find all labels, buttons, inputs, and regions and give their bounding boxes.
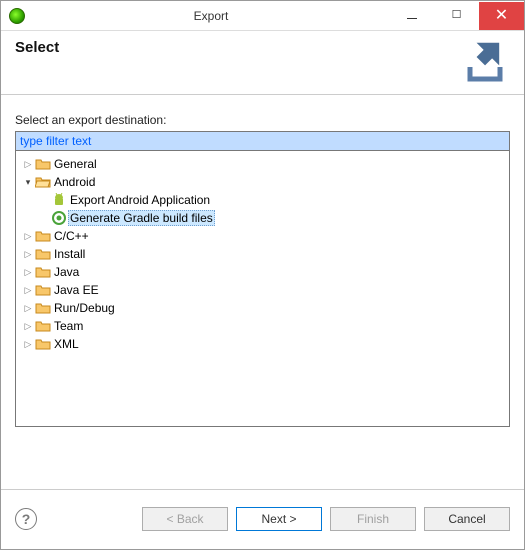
tree-node-xml[interactable]: ▷ XML [18, 335, 507, 353]
tree-node-rundebug[interactable]: ▷ Run/Debug [18, 299, 507, 317]
tree-label: Java [52, 265, 81, 279]
tree-label: Team [52, 319, 85, 333]
chevron-down-icon[interactable]: ▾ [22, 177, 34, 188]
close-button[interactable]: ✕ [479, 2, 524, 30]
tree-node-export-android-app[interactable]: Export Android Application [18, 191, 507, 209]
tree-node-install[interactable]: ▷ Install [18, 245, 507, 263]
android-icon [50, 193, 68, 207]
gradle-icon [50, 211, 68, 225]
destination-label: Select an export destination: [15, 113, 510, 127]
tree-node-android[interactable]: ▾ Android [18, 173, 507, 191]
folder-icon [34, 157, 52, 171]
cancel-button[interactable]: Cancel [424, 507, 510, 531]
tree-label: Generate Gradle build files [68, 210, 215, 226]
chevron-right-icon[interactable]: ▷ [22, 303, 34, 314]
chevron-right-icon[interactable]: ▷ [22, 159, 34, 170]
tree-label: Android [52, 175, 97, 189]
chevron-right-icon[interactable]: ▷ [22, 267, 34, 278]
tree-label: Run/Debug [52, 301, 117, 315]
filter-input[interactable] [15, 131, 510, 151]
chevron-right-icon[interactable]: ▷ [22, 339, 34, 350]
tree-label: Export Android Application [68, 193, 212, 207]
titlebar: Export ☐ ✕ [1, 1, 524, 31]
export-tree[interactable]: ▷ General ▾ Android Export Android Appli… [15, 151, 510, 427]
tree-node-java[interactable]: ▷ Java [18, 263, 507, 281]
folder-icon [34, 337, 52, 351]
tree-label: XML [52, 337, 81, 351]
window-title: Export [33, 9, 389, 23]
chevron-right-icon[interactable]: ▷ [22, 285, 34, 296]
tree-node-generate-gradle[interactable]: Generate Gradle build files [18, 209, 507, 227]
finish-button[interactable]: Finish [330, 507, 416, 531]
export-icon [460, 37, 508, 88]
next-button[interactable]: Next > [236, 507, 322, 531]
back-button[interactable]: < Back [142, 507, 228, 531]
minimize-button[interactable] [389, 2, 434, 30]
maximize-button[interactable]: ☐ [434, 2, 479, 30]
folder-icon [34, 229, 52, 243]
tree-node-team[interactable]: ▷ Team [18, 317, 507, 335]
folder-icon [34, 301, 52, 315]
folder-icon [34, 319, 52, 333]
tree-node-general[interactable]: ▷ General [18, 155, 507, 173]
tree-label: C/C++ [52, 229, 91, 243]
page-title: Select [15, 39, 59, 56]
folder-icon [34, 247, 52, 261]
tree-node-ccpp[interactable]: ▷ C/C++ [18, 227, 507, 245]
chevron-right-icon[interactable]: ▷ [22, 249, 34, 260]
wizard-content: Select an export destination: ▷ General … [1, 95, 524, 489]
help-icon[interactable]: ? [15, 508, 37, 530]
tree-label: Java EE [52, 283, 101, 297]
app-icon [9, 8, 25, 24]
chevron-right-icon[interactable]: ▷ [22, 321, 34, 332]
folder-icon [34, 265, 52, 279]
wizard-footer: ? < Back Next > Finish Cancel [1, 489, 524, 547]
tree-label: Install [52, 247, 87, 261]
tree-node-javaee[interactable]: ▷ Java EE [18, 281, 507, 299]
folder-icon [34, 283, 52, 297]
folder-open-icon [34, 175, 52, 189]
chevron-right-icon[interactable]: ▷ [22, 231, 34, 242]
tree-label: General [52, 157, 99, 171]
wizard-header: Select [1, 31, 524, 95]
